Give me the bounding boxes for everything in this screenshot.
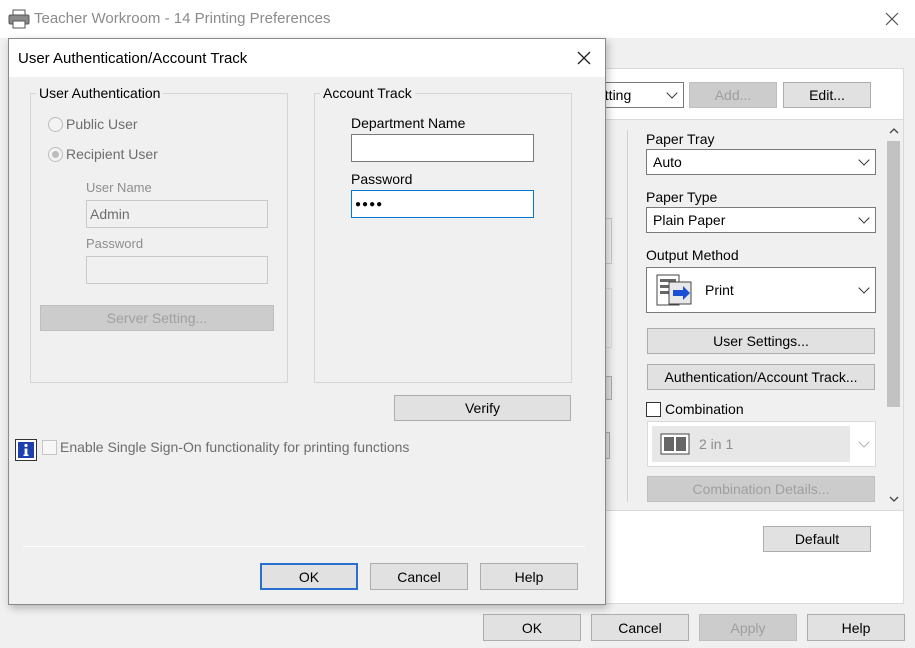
dialog-close-icon[interactable] — [577, 51, 591, 65]
output-method-label: Output Method — [646, 247, 739, 263]
output-method-value: Print — [705, 282, 734, 298]
left-divider — [627, 130, 628, 502]
parent-cancel-button[interactable]: Cancel — [591, 614, 689, 641]
verify-button[interactable]: Verify — [394, 395, 571, 421]
public-user-radio[interactable] — [48, 117, 63, 132]
paper-tray-select[interactable]: Auto — [646, 149, 876, 175]
user-password-field[interactable] — [86, 256, 268, 284]
print-output-icon — [656, 274, 692, 306]
paper-type-value: Plain Paper — [653, 212, 726, 228]
scrollbar-thumb[interactable] — [887, 141, 900, 407]
output-method-select[interactable]: Print — [646, 267, 876, 313]
chevron-down-icon — [858, 212, 870, 224]
combination-checkbox[interactable] — [646, 402, 661, 417]
vertical-scrollbar[interactable] — [885, 121, 902, 510]
account-track-group-title: Account Track — [320, 85, 415, 101]
combination-value: 2 in 1 — [699, 436, 734, 452]
info-icon — [15, 439, 37, 461]
chevron-down-icon — [666, 87, 678, 99]
recipient-user-radio[interactable] — [48, 147, 63, 162]
add-button[interactable]: Add... — [689, 82, 777, 108]
user-settings-button[interactable]: User Settings... — [647, 328, 875, 354]
auth-dialog: User Authentication/Account Track User A… — [8, 38, 606, 605]
combination-select[interactable]: 2 in 1 — [647, 421, 876, 467]
account-password-label: Password — [351, 171, 413, 187]
dialog-ok-button[interactable]: OK — [260, 563, 358, 590]
parent-apply-button[interactable]: Apply — [699, 614, 797, 641]
parent-help-button[interactable]: Help — [807, 614, 905, 641]
auth-account-track-button[interactable]: Authentication/Account Track... — [647, 364, 875, 390]
user-name-label: User Name — [86, 180, 152, 195]
parent-ok-button[interactable]: OK — [483, 614, 581, 641]
parent-close-icon[interactable] — [885, 12, 899, 26]
parent-window-title: Teacher Workroom - 14 Printing Preferenc… — [34, 10, 331, 27]
scroll-down-icon[interactable] — [889, 495, 899, 503]
chevron-down-icon — [858, 154, 870, 166]
printer-icon — [8, 9, 30, 29]
user-password-label: Password — [86, 236, 144, 251]
combination-label: Combination — [665, 401, 744, 417]
user-name-field[interactable]: Admin — [86, 200, 268, 228]
paper-type-label: Paper Type — [646, 189, 718, 205]
recipient-user-label: Recipient User — [66, 146, 158, 162]
chevron-down-icon — [858, 436, 870, 448]
scroll-up-icon[interactable] — [889, 127, 899, 135]
sso-checkbox[interactable] — [42, 440, 57, 455]
default-button[interactable]: Default — [763, 526, 871, 552]
user-auth-group-title: User Authentication — [36, 85, 164, 101]
server-setting-button[interactable]: Server Setting... — [40, 305, 274, 331]
dialog-title-bar: User Authentication/Account Track — [9, 39, 605, 77]
sso-label: Enable Single Sign-On functionality for … — [60, 439, 410, 455]
dialog-separator — [23, 546, 585, 547]
dialog-help-button[interactable]: Help — [480, 563, 578, 590]
combination-details-button[interactable]: Combination Details... — [647, 476, 875, 502]
dialog-title: User Authentication/Account Track — [18, 50, 248, 67]
user-auth-group — [30, 93, 288, 383]
department-name-field[interactable] — [351, 134, 534, 162]
paper-tray-label: Paper Tray — [646, 131, 715, 147]
paper-tray-value: Auto — [653, 154, 682, 170]
account-password-field[interactable]: ●●●● — [351, 190, 534, 218]
dialog-cancel-button[interactable]: Cancel — [370, 563, 468, 590]
department-name-label: Department Name — [351, 115, 466, 131]
paper-type-select[interactable]: Plain Paper — [646, 207, 876, 233]
edit-button[interactable]: Edit... — [783, 82, 871, 108]
two-in-one-icon — [660, 433, 690, 455]
public-user-label: Public User — [66, 116, 138, 132]
parent-title-bar: Teacher Workroom - 14 Printing Preferenc… — [0, 0, 915, 38]
chevron-down-icon — [858, 282, 870, 294]
